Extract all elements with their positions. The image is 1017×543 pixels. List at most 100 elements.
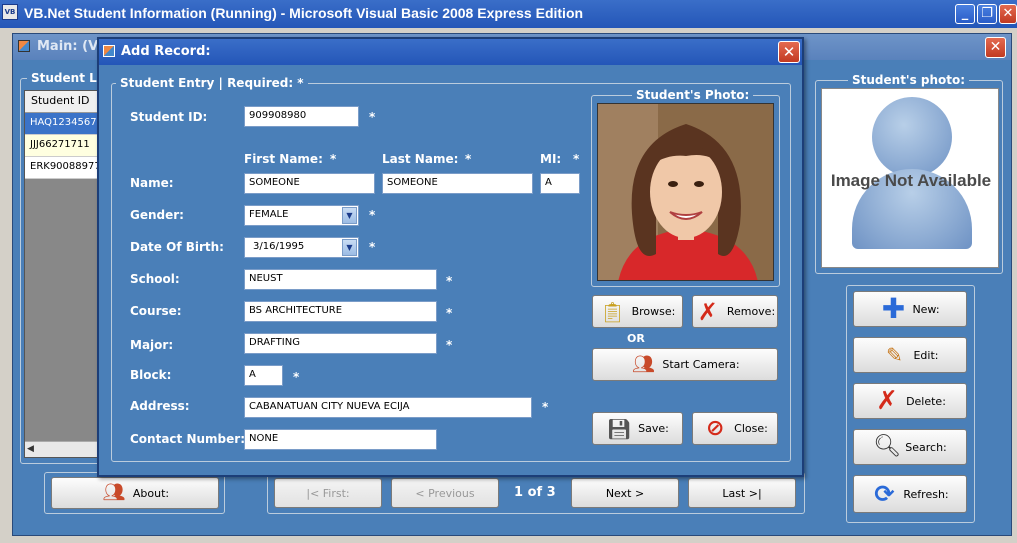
scroll-left-icon[interactable]: ◀ [27,444,34,454]
name-label: Name: [130,176,174,190]
mi-label: MI: [540,152,562,166]
users-camera-icon: 👥︎ [631,353,655,375]
new-button-label: New: [912,302,940,316]
main-photo-legend: Student's photo: [848,73,970,87]
last-name-label: Last Name: [382,152,459,166]
save-button-label: Save: [638,422,669,435]
student-photo [597,103,774,281]
pencil-icon: ✎ [886,343,903,367]
address-label: Address: [130,399,190,413]
search-button-label: Search: [905,440,947,454]
dialog-title-bar: Add Record: ✕ [99,39,802,65]
first-name-field[interactable]: SOMEONE [244,173,375,194]
course-label: Course: [130,304,182,318]
chevron-down-icon[interactable]: ▼ [342,207,357,224]
major-label: Major: [130,338,174,352]
new-button[interactable]: ✚ New: [853,291,967,327]
dob-picker-value: 3/16/1995 [253,241,305,252]
browse-button[interactable]: 📋︎ Browse: [592,295,683,328]
delete-button[interactable]: ✗ Delete: [853,383,967,419]
mi-field[interactable]: A [540,173,580,194]
floppy-disk-icon: 💾︎ [606,416,632,441]
chevron-down-icon[interactable]: ▼ [342,239,357,256]
required-mark: * [369,110,376,124]
course-field[interactable]: BS ARCHITECTURE [244,301,437,322]
about-button-label: About: [132,486,170,500]
start-camera-button[interactable]: 👥︎ Start Camera: [592,348,778,381]
block-field[interactable]: A [244,365,283,386]
required-mark: * [369,208,376,222]
dialog-form-icon [103,45,115,57]
required-mark: * [446,274,453,288]
no-entry-icon: ⊘ [705,415,725,441]
list-item[interactable]: ERK90088977 [25,157,103,179]
school-field[interactable]: NEUST [244,269,437,290]
required-mark: * [573,152,580,166]
maximize-button[interactable]: ❐ [977,4,997,24]
magnifier-icon: 🔍︎ [873,434,902,459]
image-not-available-text: Image Not Available [830,171,992,190]
horizontal-scrollbar[interactable]: ◀ [25,441,105,457]
start-camera-button-label: Start Camera: [662,358,740,371]
dob-label: Date Of Birth: [130,240,224,254]
ide-title: VB.Net Student Information (Running) - M… [24,5,584,21]
photo-placeholder: Image Not Available [821,88,999,268]
last-name-field[interactable]: SOMEONE [382,173,533,194]
x-remove-icon: ✗ [697,297,718,326]
remove-button[interactable]: ✗ Remove: [692,295,778,328]
required-mark: * [369,240,376,254]
required-mark: * [446,338,453,352]
ide-close-button[interactable]: ✕ [999,4,1017,24]
ide-title-bar: VB VB.Net Student Information (Running) … [0,0,1017,28]
search-button[interactable]: 🔍︎ Search: [853,429,967,465]
close-button[interactable]: ⊘ Close: [692,412,778,445]
about-button[interactable]: 👥︎ About: [51,477,219,509]
required-mark: * [542,400,549,414]
clipboard-icon: 📋︎ [599,299,626,324]
dob-picker[interactable]: 3/16/1995 ▼ [244,237,359,258]
last-record-button[interactable]: Last >| [688,478,796,508]
list-item[interactable]: HAQ1234567 [25,113,103,135]
dialog-close-icon-button[interactable]: ✕ [778,41,800,63]
required-mark: * [465,152,472,166]
first-record-button[interactable]: |< First: [274,478,382,508]
required-mark: * [293,370,300,384]
refresh-button[interactable]: ⟳ Refresh: [853,475,967,513]
student-list-legend: Student Li [27,71,105,85]
save-button[interactable]: 💾︎ Save: [592,412,683,445]
users-icon: 👥︎ [102,482,126,503]
next-record-button[interactable]: Next > [571,478,679,508]
major-field[interactable]: DRAFTING [244,333,437,354]
refresh-icon: ⟳ [874,480,895,508]
student-list[interactable]: Student ID HAQ1234567 JJJ66271711 ERK900… [24,90,105,458]
edit-button[interactable]: ✎ Edit: [853,337,967,373]
list-header-student-id[interactable]: Student ID [25,91,103,113]
previous-record-button[interactable]: < Previous [391,478,499,508]
dialog-photo-legend: Student's Photo: [632,88,754,102]
student-id-field[interactable]: 909908980 [244,106,359,127]
x-delete-icon: ✗ [876,386,898,416]
browse-button-label: Browse: [631,305,676,318]
first-name-label: First Name: [244,152,323,166]
school-label: School: [130,272,180,286]
gender-select-value: FEMALE [249,209,289,220]
student-entry-legend: Student Entry | Required: * [116,76,308,90]
remove-button-label: Remove: [726,305,776,318]
refresh-button-label: Refresh: [903,487,949,501]
main-close-button[interactable]: ✕ [985,37,1006,58]
gender-select[interactable]: FEMALE ▼ [244,205,359,226]
student-id-label: Student ID: [130,110,208,124]
block-label: Block: [130,368,172,382]
plus-icon: ✚ [881,292,906,325]
edit-button-label: Edit: [913,348,939,362]
vb-app-icon: VB [2,4,18,20]
minimize-button[interactable]: _ [955,4,975,24]
address-field[interactable]: CABANATUAN CITY NUEVA ECIJA [244,397,532,418]
required-mark: * [330,152,337,166]
avatar-head-icon [872,97,952,177]
required-mark: * [446,306,453,320]
record-count: 1 of 3 [514,485,556,500]
contact-field[interactable]: NONE [244,429,437,450]
list-item[interactable]: JJJ66271711 [25,135,103,157]
delete-button-label: Delete: [906,394,946,408]
